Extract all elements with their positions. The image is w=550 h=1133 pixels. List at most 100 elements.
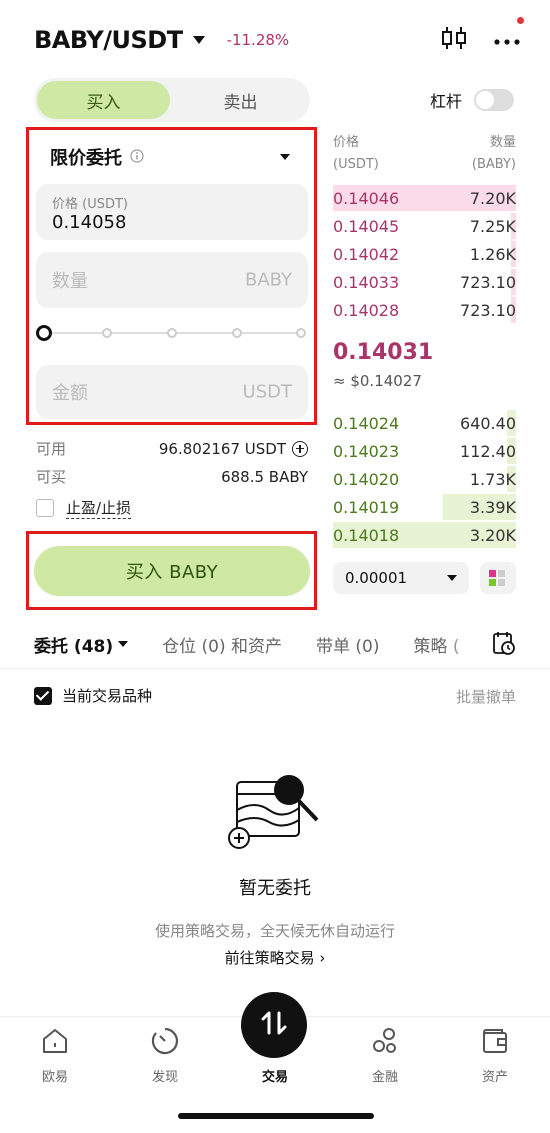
bid-qty: 1.73K [469, 469, 516, 489]
trading-pair-title[interactable]: BABY/USDT [34, 26, 183, 54]
quantity-field[interactable]: 数量 BABY [36, 252, 308, 308]
bid-qty: 3.20K [469, 525, 516, 545]
available-label: 可用 [36, 440, 67, 458]
order-type-select[interactable]: 限价委托 [38, 140, 308, 174]
tab-copy-trading[interactable]: 带单 (0) [316, 632, 379, 657]
tab-sell[interactable]: 卖出 [174, 81, 307, 119]
tab-positions[interactable]: 仓位 (0) 和资产 [162, 632, 282, 657]
ask-row[interactable]: 0.14028 723.10 [333, 296, 516, 324]
go-strategy-link[interactable]: 前往策略交易 › [0, 947, 550, 968]
tab-buy[interactable]: 买入 [37, 81, 170, 119]
nav-item-assets[interactable]: 资产 [455, 1026, 535, 1085]
order-history-icon[interactable] [492, 630, 516, 660]
home-indicator [178, 1113, 374, 1119]
chevron-down-icon [280, 154, 290, 160]
nav-item-finance[interactable]: 金融 [345, 1026, 425, 1085]
bid-qty: 640.40 [460, 413, 516, 433]
current-pair-filter[interactable]: 当前交易品种 [34, 685, 152, 706]
nav-label-home: 欧易 [41, 1070, 68, 1085]
slider-stop-100[interactable] [296, 328, 306, 338]
bid-row[interactable]: 0.14024 640.40 [333, 409, 516, 437]
bid-qty: 3.39K [469, 497, 516, 517]
nav-item-trade[interactable] [241, 992, 307, 1058]
bid-row[interactable]: 0.14020 1.73K [333, 465, 516, 493]
ask-row[interactable]: 0.14045 7.25K [333, 212, 516, 240]
nav-label-assets: 资产 [481, 1070, 508, 1085]
bid-price: 0.14019 [333, 497, 400, 517]
bid-price: 0.14018 [333, 525, 400, 545]
quantity-placeholder: 数量 [52, 271, 88, 292]
tab-orders-label: 委托 (48) [34, 636, 114, 657]
tpsl-option[interactable]: 止盈/止损 [36, 497, 132, 519]
chevron-down-icon [447, 575, 457, 581]
ask-price: 0.14046 [333, 188, 400, 208]
bid-qty: 112.40 [460, 441, 516, 461]
ask-qty: 7.20K [469, 188, 516, 208]
nav-item-discover[interactable]: 发现 [125, 1026, 205, 1085]
tpsl-label[interactable]: 止盈/止损 [66, 497, 132, 519]
ask-price: 0.14033 [333, 272, 400, 292]
nav-label-finance: 金融 [371, 1070, 398, 1085]
available-row: 可用 96.802167 USDT [36, 438, 308, 459]
price-field[interactable]: 价格 (USDT) 0.14058 [36, 184, 308, 240]
tabs-fade [440, 624, 490, 664]
bid-price: 0.14023 [333, 441, 400, 461]
precision-select[interactable]: 0.00001 [333, 562, 469, 594]
ask-row[interactable]: 0.14046 7.20K [333, 184, 516, 212]
empty-state-description: 使用策略交易，全天候无休自动运行 [154, 922, 395, 940]
bid-row[interactable]: 0.14018 3.20K [333, 521, 516, 549]
leverage-control: 杠杆 [430, 88, 515, 112]
more-menu-icon[interactable] [494, 16, 524, 50]
buy-sell-switch: 买入 卖出 [34, 78, 310, 122]
batch-cancel-button[interactable]: 批量撤单 [456, 686, 516, 707]
bid-price: 0.14020 [333, 469, 400, 489]
orderbook-header: 价格 (USDT) 数量 (BABY) [333, 132, 516, 176]
notification-dot [517, 16, 524, 24]
slider-stop-25[interactable] [102, 328, 112, 338]
ask-qty: 1.26K [469, 244, 516, 264]
amount-unit: USDT [242, 381, 292, 403]
current-pair-label: 当前交易品种 [62, 687, 153, 705]
bid-row[interactable]: 0.14019 3.39K [333, 493, 516, 521]
tab-orders[interactable]: 委托 (48) [34, 632, 129, 657]
orderbook-layout-icon[interactable] [480, 562, 516, 594]
quantity-unit: BABY [244, 269, 292, 291]
tpsl-checkbox[interactable] [36, 499, 54, 517]
bid-row[interactable]: 0.14023 112.40 [333, 437, 516, 465]
pair-dropdown-icon[interactable] [192, 36, 205, 44]
buy-submit-button[interactable]: 买入 BABY [34, 546, 310, 596]
amount-field[interactable]: 金额 USDT [36, 365, 308, 419]
amount-slider[interactable] [36, 324, 308, 342]
ask-qty: 7.25K [469, 216, 516, 236]
chevron-down-icon [118, 641, 129, 647]
discover-icon [150, 1026, 180, 1060]
precision-value: 0.00001 [345, 569, 408, 587]
candlestick-chart-icon[interactable] [440, 25, 468, 55]
info-icon[interactable] [130, 148, 144, 167]
ask-row[interactable]: 0.14042 1.26K [333, 240, 516, 268]
wallet-icon [480, 1026, 510, 1060]
orderbook-qty-header: 数量 [489, 135, 516, 150]
trade-icon [258, 1007, 290, 1043]
nav-item-home[interactable]: 欧易 [15, 1026, 95, 1085]
slider-stop-50[interactable] [167, 328, 177, 338]
ask-price: 0.14045 [333, 216, 400, 236]
leverage-toggle[interactable] [474, 89, 515, 111]
price-field-value[interactable]: 0.14058 [52, 212, 126, 233]
orderbook-qty-unit: (BABY) [471, 157, 516, 172]
bid-price: 0.14024 [333, 413, 400, 433]
slider-stop-75[interactable] [232, 328, 242, 338]
divider [0, 668, 550, 669]
ask-row[interactable]: 0.14033 723.10 [333, 268, 516, 296]
home-icon [40, 1026, 70, 1060]
add-funds-icon[interactable] [292, 440, 308, 457]
order-type-label: 限价委托 [50, 148, 122, 169]
nav-label-discover: 发现 [151, 1070, 178, 1085]
buyable-row: 可买 688.5 BABY [36, 466, 308, 487]
leverage-label: 杠杆 [430, 92, 463, 111]
current-pair-checkbox[interactable] [34, 686, 52, 705]
ask-qty: 723.10 [460, 272, 516, 292]
mid-price-usd: ≈ $0.14027 [333, 372, 422, 390]
slider-handle[interactable] [36, 325, 52, 341]
price-change-percent: -11.28% [226, 31, 290, 49]
